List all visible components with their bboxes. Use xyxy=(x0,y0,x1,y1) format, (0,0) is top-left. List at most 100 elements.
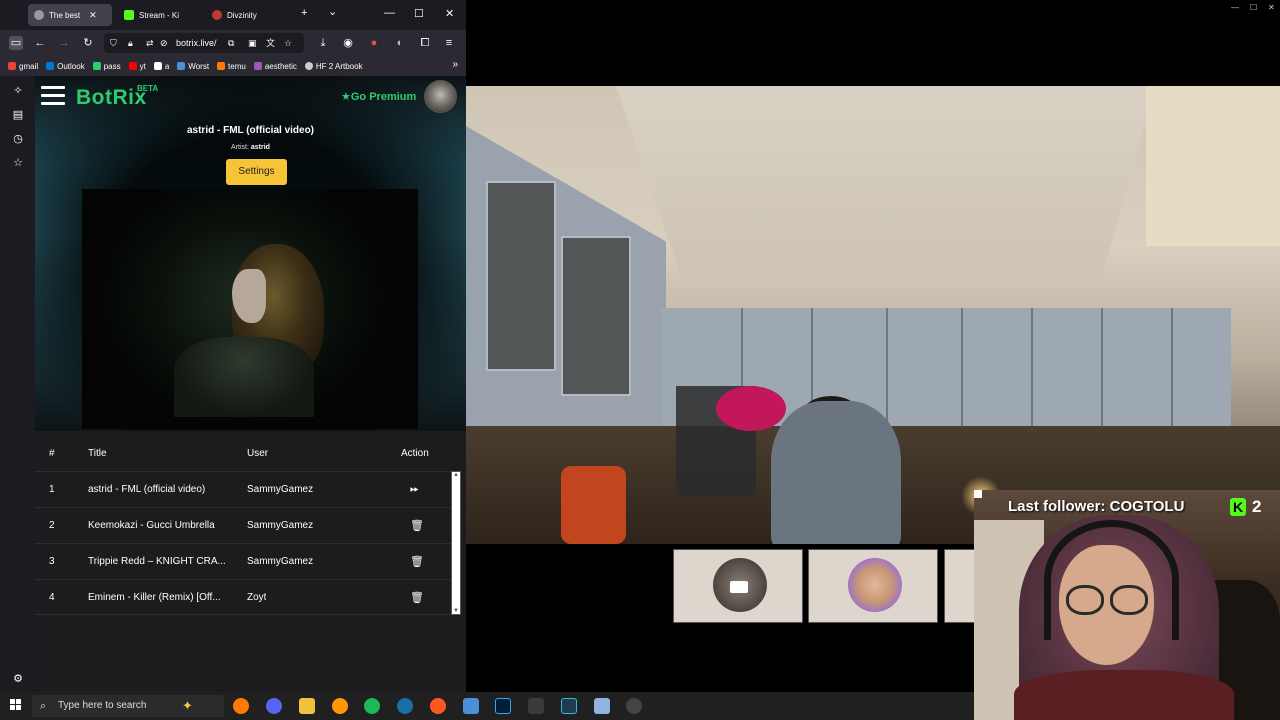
blender-icon[interactable] xyxy=(332,698,348,714)
scroll-down-icon[interactable]: ▼ xyxy=(453,608,459,614)
tab-list-button[interactable]: ⌄ xyxy=(328,5,337,18)
stream-close-icon[interactable]: ✕ xyxy=(1268,3,1275,12)
address-bar[interactable]: ⛉ 🔒︎ ⇄ ⊘ botrix.live/ ⧉ ▣ 文 ☆ xyxy=(104,33,304,53)
maximize-button[interactable]: ☐ xyxy=(414,7,424,20)
notes-icon[interactable] xyxy=(594,698,610,714)
brave-browser-icon[interactable] xyxy=(233,698,249,714)
discord-icon[interactable] xyxy=(266,698,282,714)
extensions-icon[interactable]: ⧠ xyxy=(418,36,432,50)
trash-icon[interactable]: 🗑︎ xyxy=(410,591,424,604)
screen: The best ✕ Stream - Ki Divzinity + ⌄ — ☐… xyxy=(0,0,1280,720)
last-follower-text: Last follower: COGTOLU xyxy=(1008,498,1185,515)
row-user: SammyGamez xyxy=(247,556,314,567)
tab-label: Divzinity xyxy=(227,10,257,20)
bookmarks-star-icon[interactable]: ☆ xyxy=(11,156,25,169)
close-icon[interactable]: ✕ xyxy=(89,10,97,21)
trash-icon[interactable]: 🗑︎ xyxy=(410,519,424,532)
bookmark-label: temu xyxy=(228,61,246,71)
ai-sparkle-icon[interactable]: ✧ xyxy=(11,84,25,97)
bookmarks-bar: gmail Outlook pass yt a Worst temu aesth… xyxy=(0,56,466,76)
cabinet-seam xyxy=(1171,308,1173,428)
participant-tile[interactable] xyxy=(673,549,803,623)
new-tab-button[interactable]: + xyxy=(301,7,307,19)
tracking-icon[interactable]: ⊘ xyxy=(160,33,168,53)
go-premium-label: Go Premium xyxy=(350,91,417,103)
bookmark-a[interactable]: a xyxy=(153,62,169,71)
row-num: 1 xyxy=(49,484,55,495)
lock-icon[interactable]: 🔒︎ xyxy=(128,33,133,53)
photoshop-icon[interactable] xyxy=(495,698,511,714)
terminal-icon[interactable] xyxy=(528,698,544,714)
participant-tile[interactable] xyxy=(944,549,974,623)
taskbar-search[interactable]: ⌕ Type here to search ✦ xyxy=(32,695,224,717)
close-window-button[interactable]: ✕ xyxy=(445,7,454,20)
queue-scrollbar[interactable]: ▲ ▼ xyxy=(451,471,461,615)
clip-studio-icon[interactable] xyxy=(561,698,577,714)
go-premium-link[interactable]: ★Go Premium xyxy=(341,90,416,103)
screenshot-icon[interactable]: ⧉ xyxy=(228,33,234,53)
minimize-button[interactable]: — xyxy=(384,7,395,19)
temu-icon xyxy=(217,62,226,70)
shield-icon[interactable]: ⛉ xyxy=(110,33,117,53)
firefox-icon[interactable] xyxy=(430,698,446,714)
col-header-title: Title xyxy=(88,448,107,459)
skip-icon[interactable]: ⏩︎ xyxy=(410,483,419,496)
steam-icon[interactable] xyxy=(397,698,413,714)
bookmark-gmail[interactable]: gmail xyxy=(8,62,38,71)
image-icon[interactable]: ▣ xyxy=(248,33,257,53)
hamburger-menu-icon[interactable] xyxy=(41,86,65,106)
cabinet-seam xyxy=(1031,308,1033,428)
pass-icon xyxy=(92,62,101,70)
sidebar-settings-icon[interactable]: ⚙ xyxy=(11,672,25,685)
file-explorer-icon[interactable] xyxy=(299,698,315,714)
reload-icon[interactable]: ↻ xyxy=(81,36,95,50)
chevron-right-icon[interactable]: » xyxy=(452,59,458,70)
table-row: 1 astrid - FML (official video) SammyGam… xyxy=(35,471,455,507)
bookmark-label: Outlook xyxy=(57,61,85,71)
windows-taskbar: ⌕ Type here to search ✦ xyxy=(0,692,974,720)
synced-tabs-icon[interactable]: ▤ xyxy=(11,108,25,121)
extension-red-icon[interactable]: ● xyxy=(367,36,381,50)
tab-kick-stream[interactable]: Stream - Ki xyxy=(118,4,202,26)
windows-start-icon[interactable] xyxy=(10,699,22,711)
gmail-icon xyxy=(8,62,16,70)
account-icon[interactable]: ◉ xyxy=(341,36,355,50)
scroll-up-icon[interactable]: ▲ xyxy=(453,472,459,478)
bookmark-worst[interactable]: Worst xyxy=(177,62,209,71)
back-icon[interactable]: ← xyxy=(33,36,47,50)
right-upper-cabinet xyxy=(1146,86,1280,246)
user-avatar[interactable] xyxy=(424,80,457,113)
search-icon: ⌕ xyxy=(40,700,47,712)
bookmark-label: Worst xyxy=(188,61,210,71)
translate-icon[interactable]: 文 xyxy=(266,33,275,53)
menu-icon[interactable]: ≡ xyxy=(442,36,456,50)
bookmark-label: aesthetic xyxy=(264,61,297,71)
settings-button[interactable]: Settings xyxy=(226,159,287,185)
spotify-icon[interactable] xyxy=(364,698,380,714)
stream-maximize-icon[interactable]: ☐ xyxy=(1250,3,1257,12)
bookmark-star-icon[interactable]: ☆ xyxy=(284,33,292,53)
cabinet-glass-door xyxy=(486,181,556,371)
forward-icon[interactable]: → xyxy=(57,36,71,50)
bookmark-hf2-artbook[interactable]: HF 2 Artbook xyxy=(304,62,363,71)
bookmark-pass[interactable]: pass xyxy=(92,61,121,71)
bookmark-yt[interactable]: yt xyxy=(128,62,146,71)
bookmark-temu[interactable]: temu xyxy=(217,62,246,71)
extension-grey-icon[interactable]: ◐ xyxy=(393,36,407,50)
video-player[interactable] xyxy=(82,189,418,429)
stream-minimize-icon[interactable]: — xyxy=(1231,3,1239,12)
calculator-icon[interactable] xyxy=(463,698,479,714)
tab-botrix[interactable]: The best ✕ xyxy=(28,4,112,26)
search-placeholder: Type here to search xyxy=(58,700,147,711)
trash-icon[interactable]: 🗑︎ xyxy=(410,555,424,568)
downloads-icon[interactable]: ⤓ xyxy=(316,36,330,50)
bookmark-label: pass xyxy=(103,61,121,71)
bookmark-outlook[interactable]: Outlook xyxy=(46,62,85,71)
tab-divzinity[interactable]: Divzinity xyxy=(206,4,290,26)
permissions-icon[interactable]: ⇄ xyxy=(146,33,154,53)
bookmark-aesthetic[interactable]: aesthetic xyxy=(253,61,297,71)
obs-icon[interactable] xyxy=(626,698,642,714)
history-icon[interactable]: ◷ xyxy=(11,132,25,145)
sidebar-toggle-icon[interactable]: ▭ xyxy=(9,36,23,50)
participant-tile[interactable] xyxy=(808,549,938,623)
